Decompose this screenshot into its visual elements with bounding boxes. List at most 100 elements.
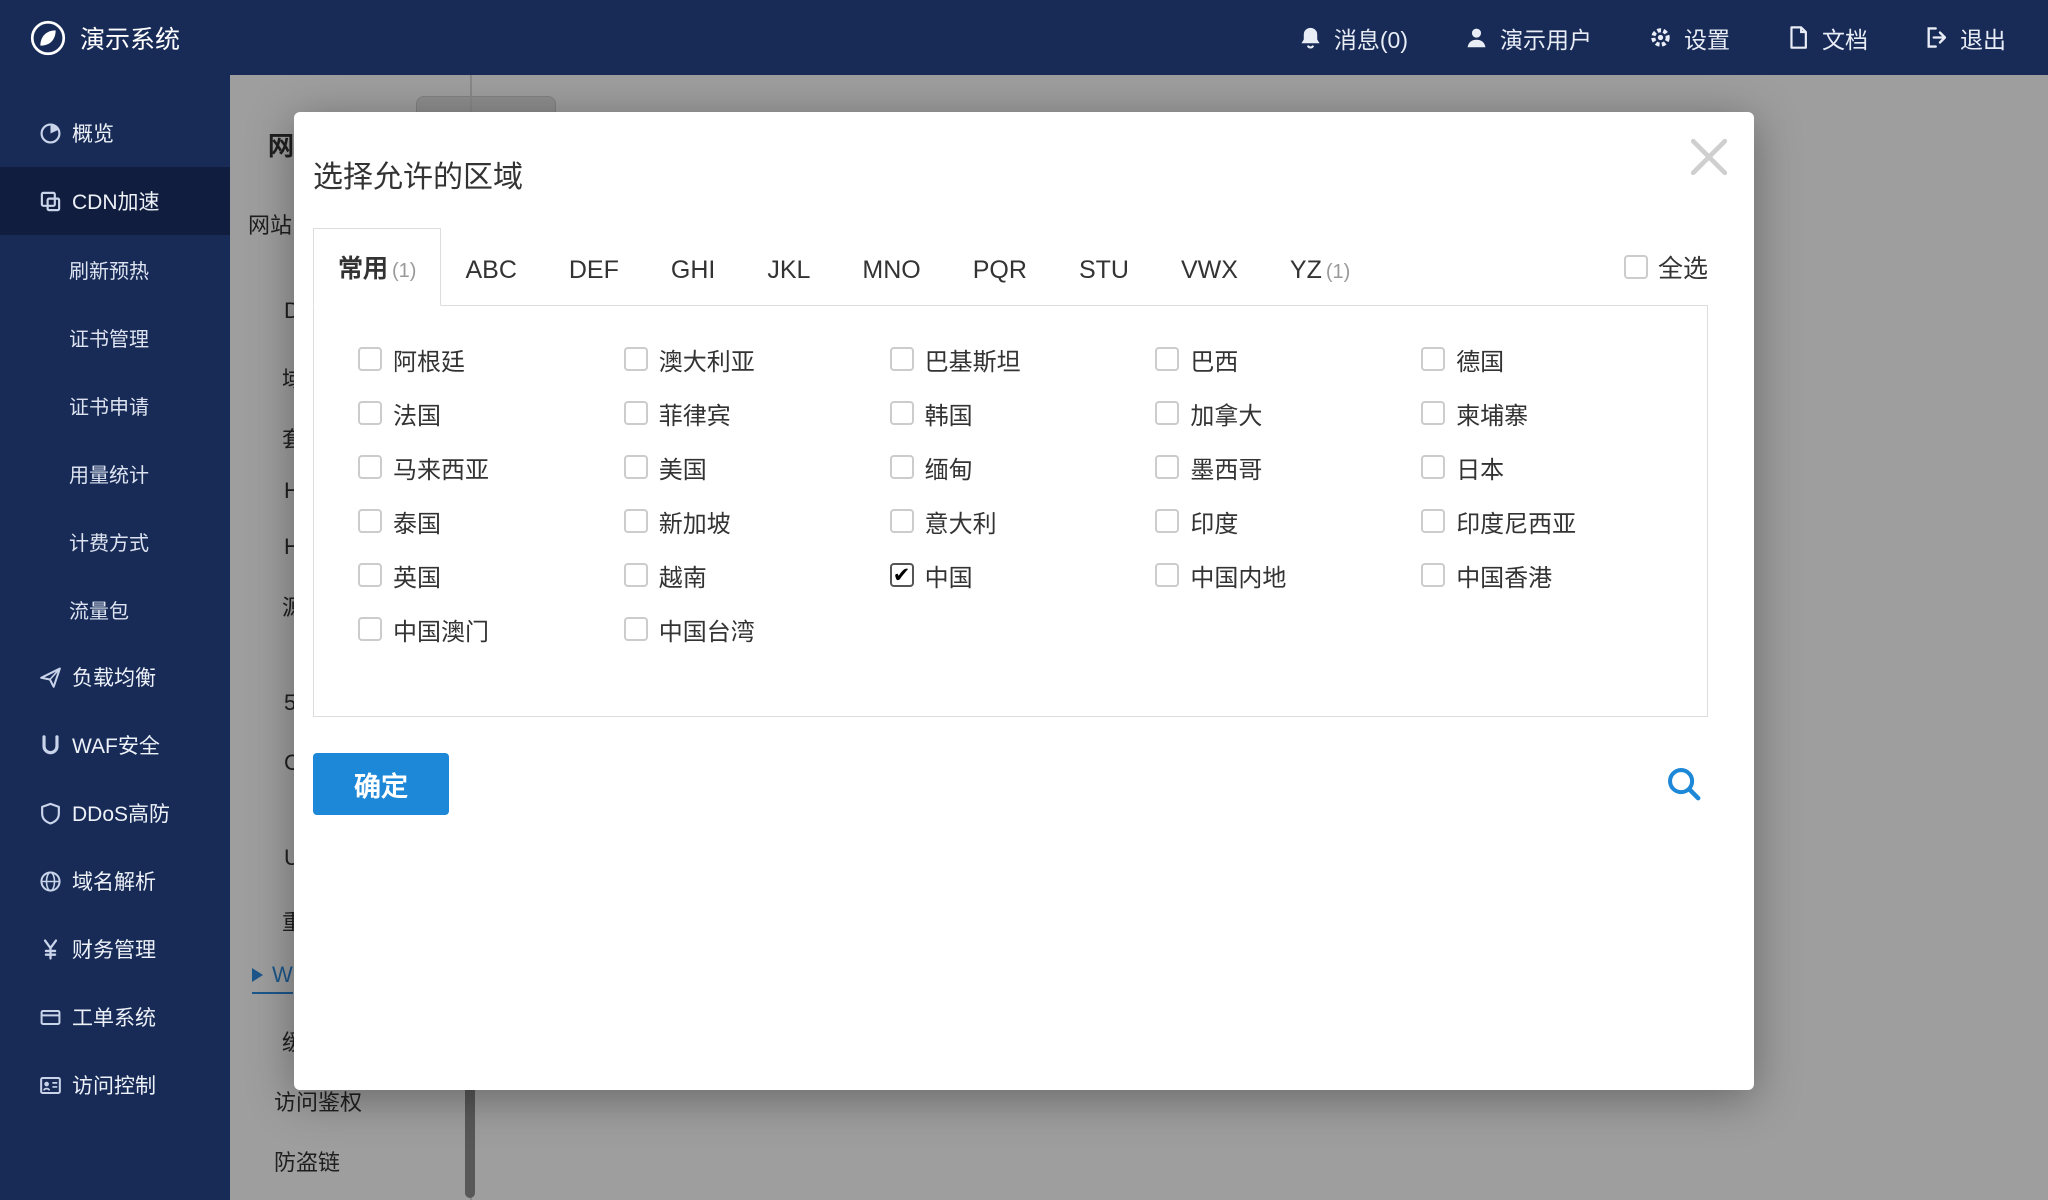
region-checkbox-item[interactable]: 越南: [623, 558, 890, 593]
region-checkbox[interactable]: [1155, 347, 1180, 371]
sidebar-item-refresh-prewarm[interactable]: 刷新预热: [0, 235, 230, 303]
region-tabs: 常用 (1) ABC DEF GHI JKL MNO PQR STU VWX Y…: [313, 228, 1374, 306]
sidebar-item-cert-management[interactable]: 证书管理: [0, 303, 230, 371]
region-checkbox[interactable]: [623, 401, 648, 425]
gear-icon: [1651, 28, 1670, 47]
region-checkbox-item[interactable]: 马来西亚: [358, 450, 624, 485]
region-checkbox-item[interactable]: 法国: [358, 396, 624, 431]
region-label: 中国: [924, 564, 973, 592]
region-checkbox-item[interactable]: 中国澳门: [358, 612, 624, 647]
region-checkbox[interactable]: [358, 509, 382, 533]
region-checkbox-item[interactable]: 英国: [358, 558, 624, 593]
region-checkbox[interactable]: [1155, 509, 1180, 533]
region-tab[interactable]: VWX: [1157, 236, 1266, 305]
topbar-item-label: 设置: [1684, 26, 1730, 53]
sidebar-item-billing-method[interactable]: 计费方式: [0, 507, 230, 575]
region-tab[interactable]: 常用 (1): [313, 228, 442, 306]
sidebar-item-cdn[interactable]: CDN加速: [0, 167, 230, 235]
region-checkbox-item[interactable]: 美国: [623, 450, 890, 485]
region-checkbox[interactable]: [623, 455, 648, 479]
region-checkbox[interactable]: [1421, 563, 1446, 587]
region-checkbox[interactable]: [358, 455, 382, 479]
region-checkbox[interactable]: [1155, 563, 1180, 587]
region-checkbox-item[interactable]: 中国香港: [1421, 558, 1687, 593]
region-checkbox[interactable]: [358, 563, 382, 587]
sidebar-item-access-control[interactable]: 访问控制: [0, 1051, 230, 1119]
region-checkbox-item[interactable]: 印度尼西亚: [1421, 504, 1687, 539]
topbar-item-user[interactable]: 演示用户: [1464, 21, 1592, 55]
region-checkbox-item[interactable]: 菲律宾: [623, 396, 890, 431]
sidebar: 概览 CDN加速 刷新预热 证书管理 证书申请 用量统计 计费方式 流量包 负载…: [0, 75, 230, 1200]
region-tab[interactable]: DEF: [545, 236, 647, 305]
select-all[interactable]: 全选: [1623, 249, 1708, 285]
sidebar-item-ticket[interactable]: 工单系统: [0, 983, 230, 1051]
region-checkbox-item[interactable]: 日本: [1421, 450, 1687, 485]
close-icon[interactable]: [1686, 134, 1732, 180]
region-checkbox-item[interactable]: 中国台湾: [623, 612, 890, 647]
region-tab[interactable]: MNO: [838, 236, 948, 305]
sidebar-item-usage-stats[interactable]: 用量统计: [0, 439, 230, 507]
sidebar-item-waf[interactable]: WAF安全: [0, 711, 230, 779]
region-tab[interactable]: YZ (1): [1266, 236, 1374, 305]
region-checkbox[interactable]: [1155, 401, 1180, 425]
region-checkbox-item[interactable]: 柬埔寨: [1421, 396, 1687, 431]
region-checkbox-item[interactable]: 德国: [1421, 342, 1687, 377]
region-checkbox[interactable]: [889, 347, 914, 371]
sidebar-item-overview[interactable]: 概览: [0, 99, 230, 167]
sidebar-item-finance[interactable]: 财务管理: [0, 915, 230, 983]
region-checkbox[interactable]: [623, 617, 648, 641]
region-checkbox-item[interactable]: 中国: [889, 558, 1156, 593]
region-checkbox-item[interactable]: 意大利: [889, 504, 1156, 539]
region-label: 阿根廷: [393, 348, 465, 376]
region-checkbox[interactable]: [1421, 509, 1446, 533]
region-checkbox-item[interactable]: 加拿大: [1155, 396, 1421, 431]
region-checkbox[interactable]: [358, 401, 382, 425]
confirm-button[interactable]: 确定: [313, 753, 449, 815]
region-checkbox-item[interactable]: 韩国: [889, 396, 1156, 431]
region-tab[interactable]: JKL: [743, 236, 838, 305]
region-checkbox-item[interactable]: 巴西: [1155, 342, 1421, 377]
region-checkbox-item[interactable]: 印度: [1155, 504, 1421, 539]
sidebar-item-traffic-package[interactable]: 流量包: [0, 575, 230, 643]
region-tab[interactable]: STU: [1055, 236, 1157, 305]
topbar-item-logout[interactable]: 退出: [1924, 21, 2006, 55]
region-checkbox[interactable]: [1421, 401, 1446, 425]
region-checkbox[interactable]: [623, 509, 648, 533]
region-checkbox[interactable]: [1155, 455, 1180, 479]
region-checkbox[interactable]: [889, 509, 914, 533]
topbar-item-messages[interactable]: 消息(0): [1298, 21, 1408, 55]
region-tab[interactable]: ABC: [441, 236, 544, 305]
topbar-item-settings[interactable]: 设置: [1648, 21, 1730, 55]
sidebar-item-label: 概览: [72, 123, 114, 146]
topbar-item-docs[interactable]: 文档: [1786, 21, 1868, 55]
region-tab[interactable]: GHI: [647, 236, 743, 305]
sidebar-item-cert-apply[interactable]: 证书申请: [0, 371, 230, 439]
region-checkbox[interactable]: [358, 617, 382, 641]
region-checkbox-item[interactable]: 缅甸: [889, 450, 1156, 485]
region-checkbox-item[interactable]: 泰国: [358, 504, 624, 539]
sidebar-item-dns[interactable]: 域名解析: [0, 847, 230, 915]
region-checkbox[interactable]: [1421, 347, 1446, 371]
region-checkbox[interactable]: [623, 347, 648, 371]
region-checkbox[interactable]: [889, 455, 914, 479]
select-all-checkbox[interactable]: [1623, 254, 1648, 279]
region-checkbox-item[interactable]: 新加坡: [623, 504, 890, 539]
search-icon[interactable]: [1666, 766, 1702, 802]
sidebar-item-ddos[interactable]: DDoS高防: [0, 779, 230, 847]
region-checkbox-item[interactable]: 澳大利亚: [623, 342, 890, 377]
topbar-menu: 消息(0) 演示用户 设置 文档 退出: [1298, 21, 2048, 55]
region-checkbox[interactable]: [623, 563, 648, 587]
region-checkbox[interactable]: [889, 563, 914, 587]
region-tab[interactable]: PQR: [949, 236, 1055, 305]
page: 演示系统 消息(0) 演示用户 设置 文档 退出 概览 CDN加速 刷新预热 证…: [0, 0, 2048, 1200]
region-label: 越南: [658, 564, 707, 592]
region-checkbox[interactable]: [358, 347, 382, 371]
sidebar-item-load-balance[interactable]: 负载均衡: [0, 643, 230, 711]
region-checkbox-item[interactable]: 阿根廷: [358, 342, 624, 377]
region-checkbox-item[interactable]: 中国内地: [1155, 558, 1421, 593]
region-checkbox-item[interactable]: 墨西哥: [1155, 450, 1421, 485]
region-checkbox[interactable]: [889, 401, 914, 425]
brand[interactable]: 演示系统: [0, 20, 180, 56]
region-checkbox[interactable]: [1421, 455, 1446, 479]
region-checkbox-item[interactable]: 巴基斯坦: [889, 342, 1156, 377]
